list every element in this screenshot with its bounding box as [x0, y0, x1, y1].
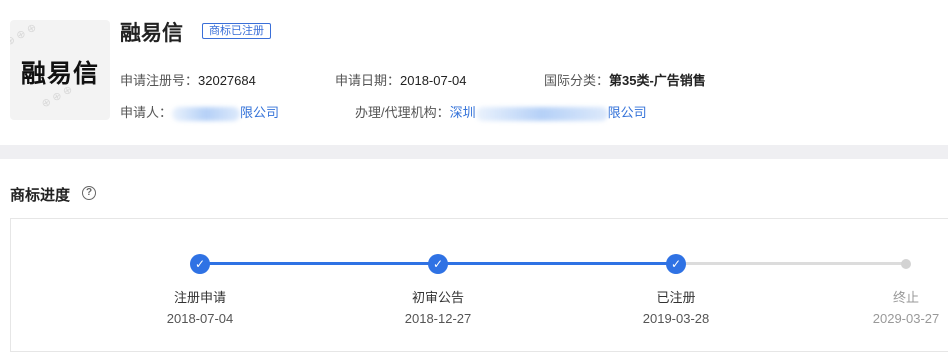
- check-icon: ✓: [194, 257, 206, 271]
- intl-class-field: 国际分类：第35类-广告销售: [544, 70, 706, 89]
- progress-line-2: [438, 262, 676, 265]
- reg-no-value: 32027684: [198, 73, 256, 88]
- step-label: 初审公告: [411, 290, 464, 305]
- redacted-text: [172, 106, 241, 121]
- reg-no-label: 申请注册号：: [120, 73, 199, 88]
- redacted-text: [475, 106, 608, 121]
- logo-text: 融易信: [20, 60, 99, 88]
- step-label: 终止: [892, 290, 919, 305]
- applicant-field: 申请人： 限公司: [120, 102, 279, 121]
- step-node-1: ✓: [190, 254, 210, 274]
- section-divider: [0, 145, 948, 159]
- step-date: 2018-07-04: [166, 311, 234, 326]
- apply-date-value: 2018-07-04: [400, 73, 467, 88]
- step-date: 2029-03-27: [872, 311, 940, 326]
- intl-class-value: 第35类-广告销售: [609, 73, 706, 88]
- trademark-name: 融易信: [120, 22, 183, 45]
- trademark-header: ⊕ ⊕ ⊕ ⊕ ⊕ ⊕ 融易信 融易信 商标已注册 申请注册号：32027684…: [0, 0, 948, 145]
- agency-field: 办理/代理机构：深圳 限公司: [355, 102, 647, 121]
- progress-line-3: [676, 262, 906, 265]
- step-label: 注册申请: [173, 290, 226, 305]
- agency-link[interactable]: 深圳 限公司: [450, 105, 647, 121]
- check-icon: ✓: [432, 257, 444, 271]
- status-badge: 商标已注册: [202, 23, 271, 39]
- applicant-link[interactable]: 限公司: [172, 105, 279, 121]
- check-icon: ✓: [670, 257, 682, 271]
- step-date: 2018-12-27: [404, 311, 472, 326]
- progress-title: 商标进度: [10, 187, 71, 204]
- applicant-label: 申请人：: [120, 105, 173, 120]
- progress-line-1: [200, 262, 438, 265]
- step-date: 2019-03-28: [642, 311, 710, 326]
- apply-date-field: 申请日期：2018-07-04: [335, 70, 467, 89]
- step-label: 已注册: [656, 290, 696, 305]
- intl-class-label: 国际分类：: [544, 73, 610, 88]
- apply-date-label: 申请日期：: [335, 73, 401, 88]
- trademark-logo: ⊕ ⊕ ⊕ ⊕ ⊕ ⊕ 融易信: [10, 20, 110, 120]
- agency-label: 办理/代理机构：: [355, 105, 450, 120]
- progress-panel: [10, 218, 948, 352]
- step-node-2: ✓: [428, 254, 448, 274]
- help-icon[interactable]: ?: [82, 186, 96, 200]
- watermark: ⊕ ⊕ ⊕: [10, 21, 39, 49]
- step-node-3: ✓: [666, 254, 686, 274]
- reg-no-field: 申请注册号：32027684: [120, 70, 256, 89]
- step-node-4: [901, 259, 911, 269]
